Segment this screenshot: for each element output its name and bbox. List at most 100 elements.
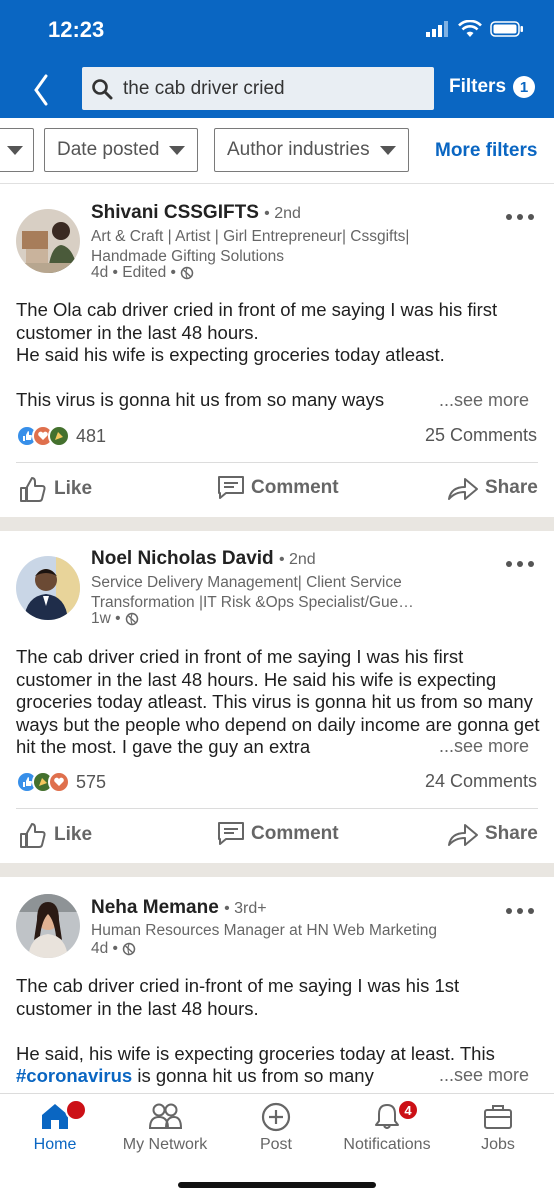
home-indicator <box>178 1182 376 1188</box>
globe-icon <box>122 942 136 956</box>
post-text-fragment: He said, his wife is expecting groceries… <box>16 1042 495 1064</box>
share-icon <box>448 824 478 846</box>
comment-label: Comment <box>251 823 339 844</box>
notifications-badge: 4 <box>397 1099 419 1121</box>
plus-circle-icon <box>261 1102 291 1132</box>
post-separator <box>0 863 554 877</box>
avatar[interactable] <box>16 556 80 620</box>
chevron-left-icon <box>34 74 48 106</box>
filters-count-badge: 1 <box>513 76 536 98</box>
author-industries-filter[interactable]: Author industries <box>214 128 409 172</box>
nav-jobs[interactable]: Jobs <box>443 1102 553 1154</box>
nav-my-network[interactable]: My Network <box>110 1102 220 1154</box>
author-name: Neha Memane <box>91 897 219 918</box>
comment-count[interactable]: 25 Comments <box>425 425 537 446</box>
post-separator <box>0 517 554 531</box>
divider <box>16 462 538 463</box>
avatar[interactable] <box>16 894 80 958</box>
connection-degree: • 3rd+ <box>224 900 267 917</box>
filter-bar: Date posted Author industries More filte… <box>0 118 554 184</box>
top-bar: 12:23 Filters 1 <box>0 0 554 118</box>
feed-post: Shivani CSSGIFTS • 2nd Art & Craft | Art… <box>0 185 554 517</box>
nav-home[interactable]: Home <box>0 1102 110 1154</box>
like-button[interactable]: Like <box>18 475 92 503</box>
search-box[interactable] <box>82 67 434 110</box>
hashtag-link[interactable]: #coronavirus <box>16 1065 132 1086</box>
status-icons <box>426 20 524 38</box>
reaction-count: 575 <box>76 771 107 792</box>
post-meta: 4d • <box>91 940 136 958</box>
divider <box>16 808 538 809</box>
globe-icon <box>125 612 138 626</box>
share-button[interactable]: Share <box>447 821 538 847</box>
back-button[interactable] <box>28 70 58 110</box>
reaction-count: 481 <box>76 425 107 446</box>
feed-post: Noel Nicholas David • 2nd Service Delive… <box>0 531 554 863</box>
search-icon <box>92 78 113 99</box>
caret-down-icon <box>169 145 186 155</box>
feed-post: Neha Memane • 3rd+ Human Resources Manag… <box>0 877 554 1093</box>
see-more-link[interactable]: ...see more <box>434 1065 529 1086</box>
share-icon <box>448 478 478 500</box>
post-text-fragment: is gonna hit us from so many <box>132 1065 374 1086</box>
avatar-image <box>16 209 80 273</box>
post-text-paragraph: The cab driver cried in-front of me sayi… <box>16 975 460 1019</box>
thumbs-up-icon <box>20 477 46 502</box>
post-meta: 1w • <box>91 610 139 628</box>
battery-icon <box>490 21 523 37</box>
see-more-link[interactable]: ...see more <box>434 736 529 757</box>
see-more-link[interactable]: ...see more <box>434 390 529 411</box>
author-industries-label: Author industries <box>227 139 370 160</box>
filter-pill-partial[interactable] <box>0 128 34 172</box>
reactions-summary[interactable]: 575 <box>16 771 106 793</box>
like-label: Like <box>54 478 93 499</box>
people-icon <box>148 1103 182 1129</box>
post-age: 4d • <box>91 940 118 957</box>
filters-button[interactable]: Filters 1 <box>449 76 536 98</box>
nav-notifications-label: Notifications <box>343 1136 431 1153</box>
share-label: Share <box>485 823 538 844</box>
more-options-button[interactable] <box>506 561 536 569</box>
more-filters-link[interactable]: More filters <box>435 140 537 162</box>
celebrate-reaction-icon <box>48 425 70 447</box>
comment-label: Comment <box>251 477 339 498</box>
author-name: Shivani CSSGIFTS <box>91 202 259 223</box>
nav-post-label: Post <box>259 1136 292 1153</box>
author-headline: Art & Craft | Artist | Girl Entrepreneur… <box>91 228 410 265</box>
signal-icon <box>426 21 448 37</box>
nav-my-network-label: My Network <box>122 1136 208 1153</box>
author-name-row[interactable]: Noel Nicholas David • 2nd <box>91 548 316 570</box>
wifi-icon <box>458 20 482 37</box>
nav-jobs-label: Jobs <box>481 1136 515 1153</box>
love-reaction-icon <box>48 771 70 793</box>
author-name-row[interactable]: Shivani CSSGIFTS • 2nd <box>91 202 301 224</box>
filters-label: Filters <box>449 76 507 97</box>
nav-post[interactable]: Post <box>221 1102 331 1154</box>
share-button[interactable]: Share <box>447 475 538 501</box>
search-input[interactable] <box>123 77 403 100</box>
author-name: Noel Nicholas David <box>91 548 274 569</box>
comment-icon <box>218 822 244 845</box>
avatar[interactable] <box>16 209 80 273</box>
more-options-button[interactable] <box>506 908 536 916</box>
comment-icon <box>218 476 244 499</box>
comment-button[interactable]: Comment <box>217 821 339 847</box>
nav-notifications[interactable]: Notifications <box>332 1102 442 1154</box>
post-age: 1w • <box>91 610 121 627</box>
briefcase-icon <box>484 1105 512 1129</box>
thumbs-up-icon <box>20 823 46 848</box>
comment-count[interactable]: 24 Comments <box>425 771 537 792</box>
post-age: 4d • Edited • <box>91 264 176 281</box>
date-posted-label: Date posted <box>57 139 160 160</box>
more-options-button[interactable] <box>506 214 536 222</box>
caret-down-icon <box>7 145 23 155</box>
comment-button[interactable]: Comment <box>217 475 339 501</box>
date-posted-filter[interactable]: Date posted <box>44 128 199 172</box>
home-badge <box>65 1099 87 1121</box>
globe-icon <box>180 266 194 280</box>
author-name-row[interactable]: Neha Memane • 3rd+ <box>91 897 267 919</box>
share-label: Share <box>485 477 538 498</box>
reactions-summary[interactable]: 481 <box>16 425 106 447</box>
like-button[interactable]: Like <box>18 821 92 849</box>
post-meta: 4d • Edited • <box>91 264 194 282</box>
